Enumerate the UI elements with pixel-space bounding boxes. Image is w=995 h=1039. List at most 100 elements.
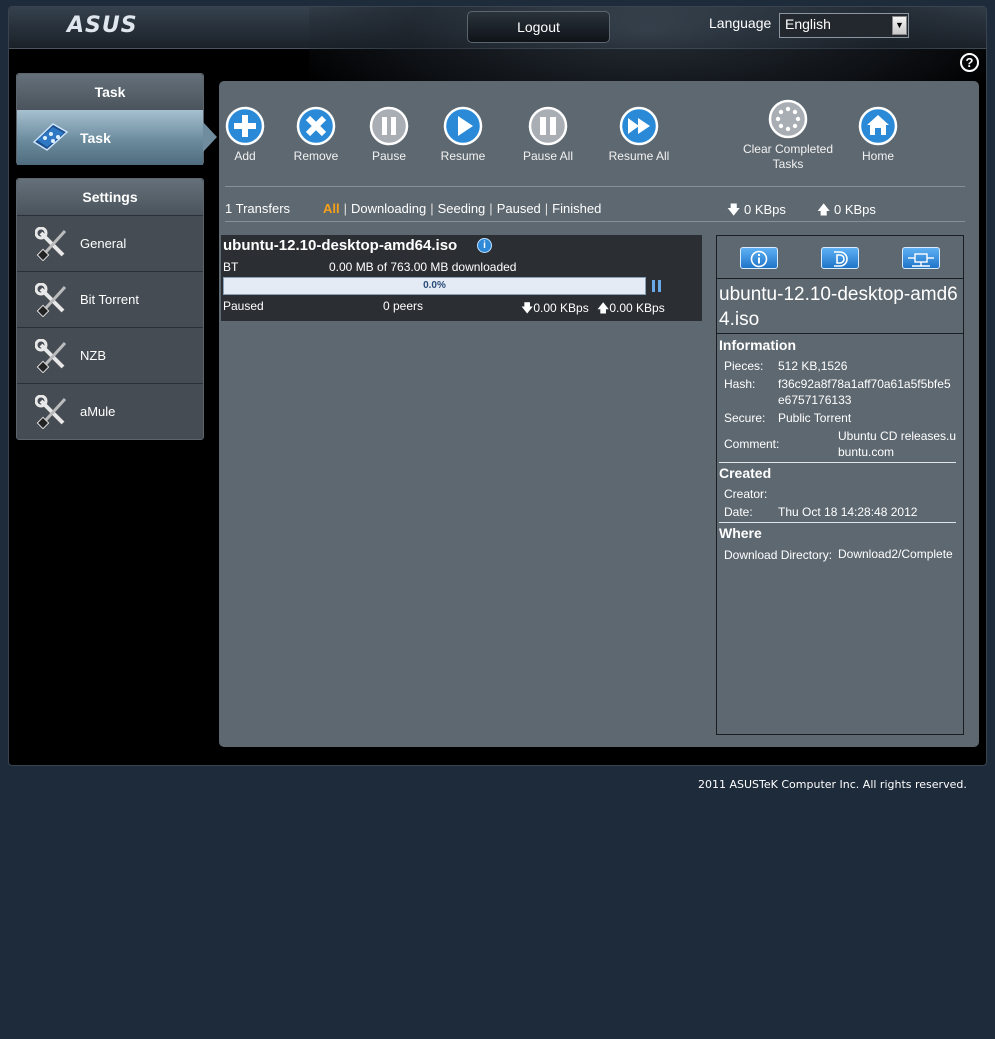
tab-peers[interactable] (902, 247, 940, 269)
logout-button[interactable]: Logout (467, 11, 610, 43)
arrow-down-icon: 🡇 (521, 301, 534, 315)
date-value: Thu Oct 18 14:28:48 2012 (778, 505, 918, 519)
section-divider (719, 522, 956, 523)
arrow-up-icon: 🡅 (817, 202, 831, 217)
directory-label: Download Directory: (724, 548, 833, 562)
wrench-screwdriver-icon (35, 339, 67, 373)
date-label: Date: (724, 505, 753, 519)
arrow-up-icon: 🡅 (597, 301, 610, 315)
language-select[interactable]: English ▼ (779, 13, 909, 38)
filter-tabs: All | Downloading | Seeding | Paused | Finished (323, 201, 601, 216)
task-type: BT (223, 260, 239, 274)
hash-label: Hash: (724, 377, 756, 391)
total-download-speed-value: 0 KBps (744, 202, 786, 217)
sidebar-item-amule[interactable]: aMule (17, 383, 203, 439)
filter-separator: | (343, 201, 348, 216)
sidebar-item-general[interactable]: General (17, 215, 203, 271)
settings-menu: Settings General Bit Torrent NZB aMule (16, 178, 204, 440)
sidebar-item-task[interactable]: Task (17, 110, 217, 165)
asus-logo: ASUS (67, 13, 138, 38)
task-name: ubuntu-12.10-desktop-amd64.iso (223, 237, 458, 254)
wrench-screwdriver-icon (35, 227, 67, 261)
comment-value: Ubuntu CD releases.ubuntu.com (838, 429, 957, 459)
help-icon[interactable]: ? (960, 53, 979, 72)
tab-info[interactable] (740, 247, 778, 269)
sidebar-item-nzb[interactable]: NZB (17, 327, 203, 383)
info-icon (750, 250, 768, 268)
transfers-count: 1 Transfers (225, 201, 291, 216)
task-upload-speed: 🡅0.00 KBps (597, 299, 665, 320)
pause-button[interactable]: Pause (368, 106, 410, 163)
sidebar-item-bit-torrent[interactable]: Bit Torrent (17, 271, 203, 327)
sidebar-item-label: aMule (80, 404, 116, 419)
sidebar-item-label: Bit Torrent (80, 292, 140, 307)
task-upload-speed-value: 0.00 KBps (609, 301, 665, 315)
paused-state-icon (652, 280, 663, 292)
secure-value: Public Torrent (778, 411, 852, 425)
language-label: Language (709, 15, 772, 31)
filter-downloading[interactable]: Downloading (351, 201, 426, 216)
secure-label: Secure: (724, 411, 766, 425)
remove-icon (296, 106, 336, 146)
main-panel: Add Remove Pause Resume Pause All Resume… (219, 81, 979, 747)
tab-detail[interactable] (821, 247, 859, 269)
filter-all[interactable]: All (323, 201, 340, 216)
detail-title: ubuntu-12.10-desktop-amd64.iso (719, 284, 958, 330)
resume-label: Resume (440, 149, 486, 163)
pause-icon (369, 106, 409, 146)
pause-all-label: Pause All (522, 149, 574, 163)
total-download-speed: 🡇 0 KBps (727, 201, 786, 223)
creator-label: Creator: (724, 487, 768, 501)
created-heading: Created (719, 465, 772, 481)
wrench-screwdriver-icon (35, 283, 67, 317)
fast-forward-icon (619, 106, 659, 146)
directory-value: Download2/Complete (838, 547, 953, 561)
filter-separator: | (489, 201, 493, 216)
resume-all-button[interactable]: Resume All (605, 106, 673, 163)
comment-label: Comment: (724, 437, 780, 451)
task-download-speed-value: 0.00 KBps (533, 301, 589, 315)
task-list-icon (32, 123, 69, 151)
remove-label: Remove (293, 149, 339, 163)
detail-d-icon (834, 251, 848, 267)
home-icon (858, 106, 898, 146)
detail-title-divider (717, 333, 963, 334)
network-icon (908, 253, 934, 267)
task-row[interactable]: ubuntu-12.10-desktop-amd64.iso i BT 0.00… (221, 235, 702, 321)
chevron-down-icon[interactable]: ▼ (892, 16, 907, 35)
toolbar-divider (225, 186, 965, 187)
task-status: Paused (223, 299, 264, 313)
hash-value: f36c92a8f78a1aff70a61a5f5bfe5e6757176133 (778, 377, 951, 407)
task-section-title: Task (17, 74, 203, 110)
remove-button[interactable]: Remove (291, 106, 341, 163)
filter-separator: | (430, 201, 434, 216)
task-progress-bar: 0.0% (223, 277, 646, 295)
add-button[interactable]: Add (224, 106, 266, 163)
clear-completed-label-1: Clear Completed (742, 142, 834, 156)
pause-all-button[interactable]: Pause All (519, 106, 577, 163)
add-label: Add (234, 149, 256, 163)
sidebar-item-label: NZB (80, 348, 106, 363)
clear-completed-label-2: Tasks (772, 157, 804, 171)
task-download-speed: 🡇0.00 KBps (521, 299, 589, 320)
pause-all-icon (528, 106, 568, 146)
home-button[interactable]: Home (856, 106, 900, 163)
top-header: ASUS Logout Language English ▼ (9, 7, 986, 127)
task-menu: Task Task (16, 73, 217, 165)
task-peers: 0 peers (383, 299, 424, 313)
clear-completed-tasks-button[interactable]: Clear Completed Tasks (738, 99, 838, 172)
resume-button[interactable]: Resume (438, 106, 488, 163)
filter-finished[interactable]: Finished (552, 201, 601, 216)
arrow-down-icon: 🡇 (727, 202, 741, 217)
task-downloaded: 0.00 MB of 763.00 MB downloaded (329, 260, 517, 274)
info-icon[interactable]: i (477, 238, 492, 253)
task-detail-panel: ubuntu-12.10-desktop-amd64.iso Informati… (716, 235, 964, 735)
pieces-label: Pieces: (724, 359, 764, 373)
total-upload-speed: 🡅 0 KBps (817, 201, 876, 223)
filter-paused[interactable]: Paused (497, 201, 541, 216)
sidebar-item-label: Task (80, 130, 111, 146)
filter-seeding[interactable]: Seeding (438, 201, 486, 216)
resume-all-label: Resume All (608, 149, 670, 163)
home-label: Home (861, 149, 894, 163)
detail-tabs (717, 236, 963, 279)
